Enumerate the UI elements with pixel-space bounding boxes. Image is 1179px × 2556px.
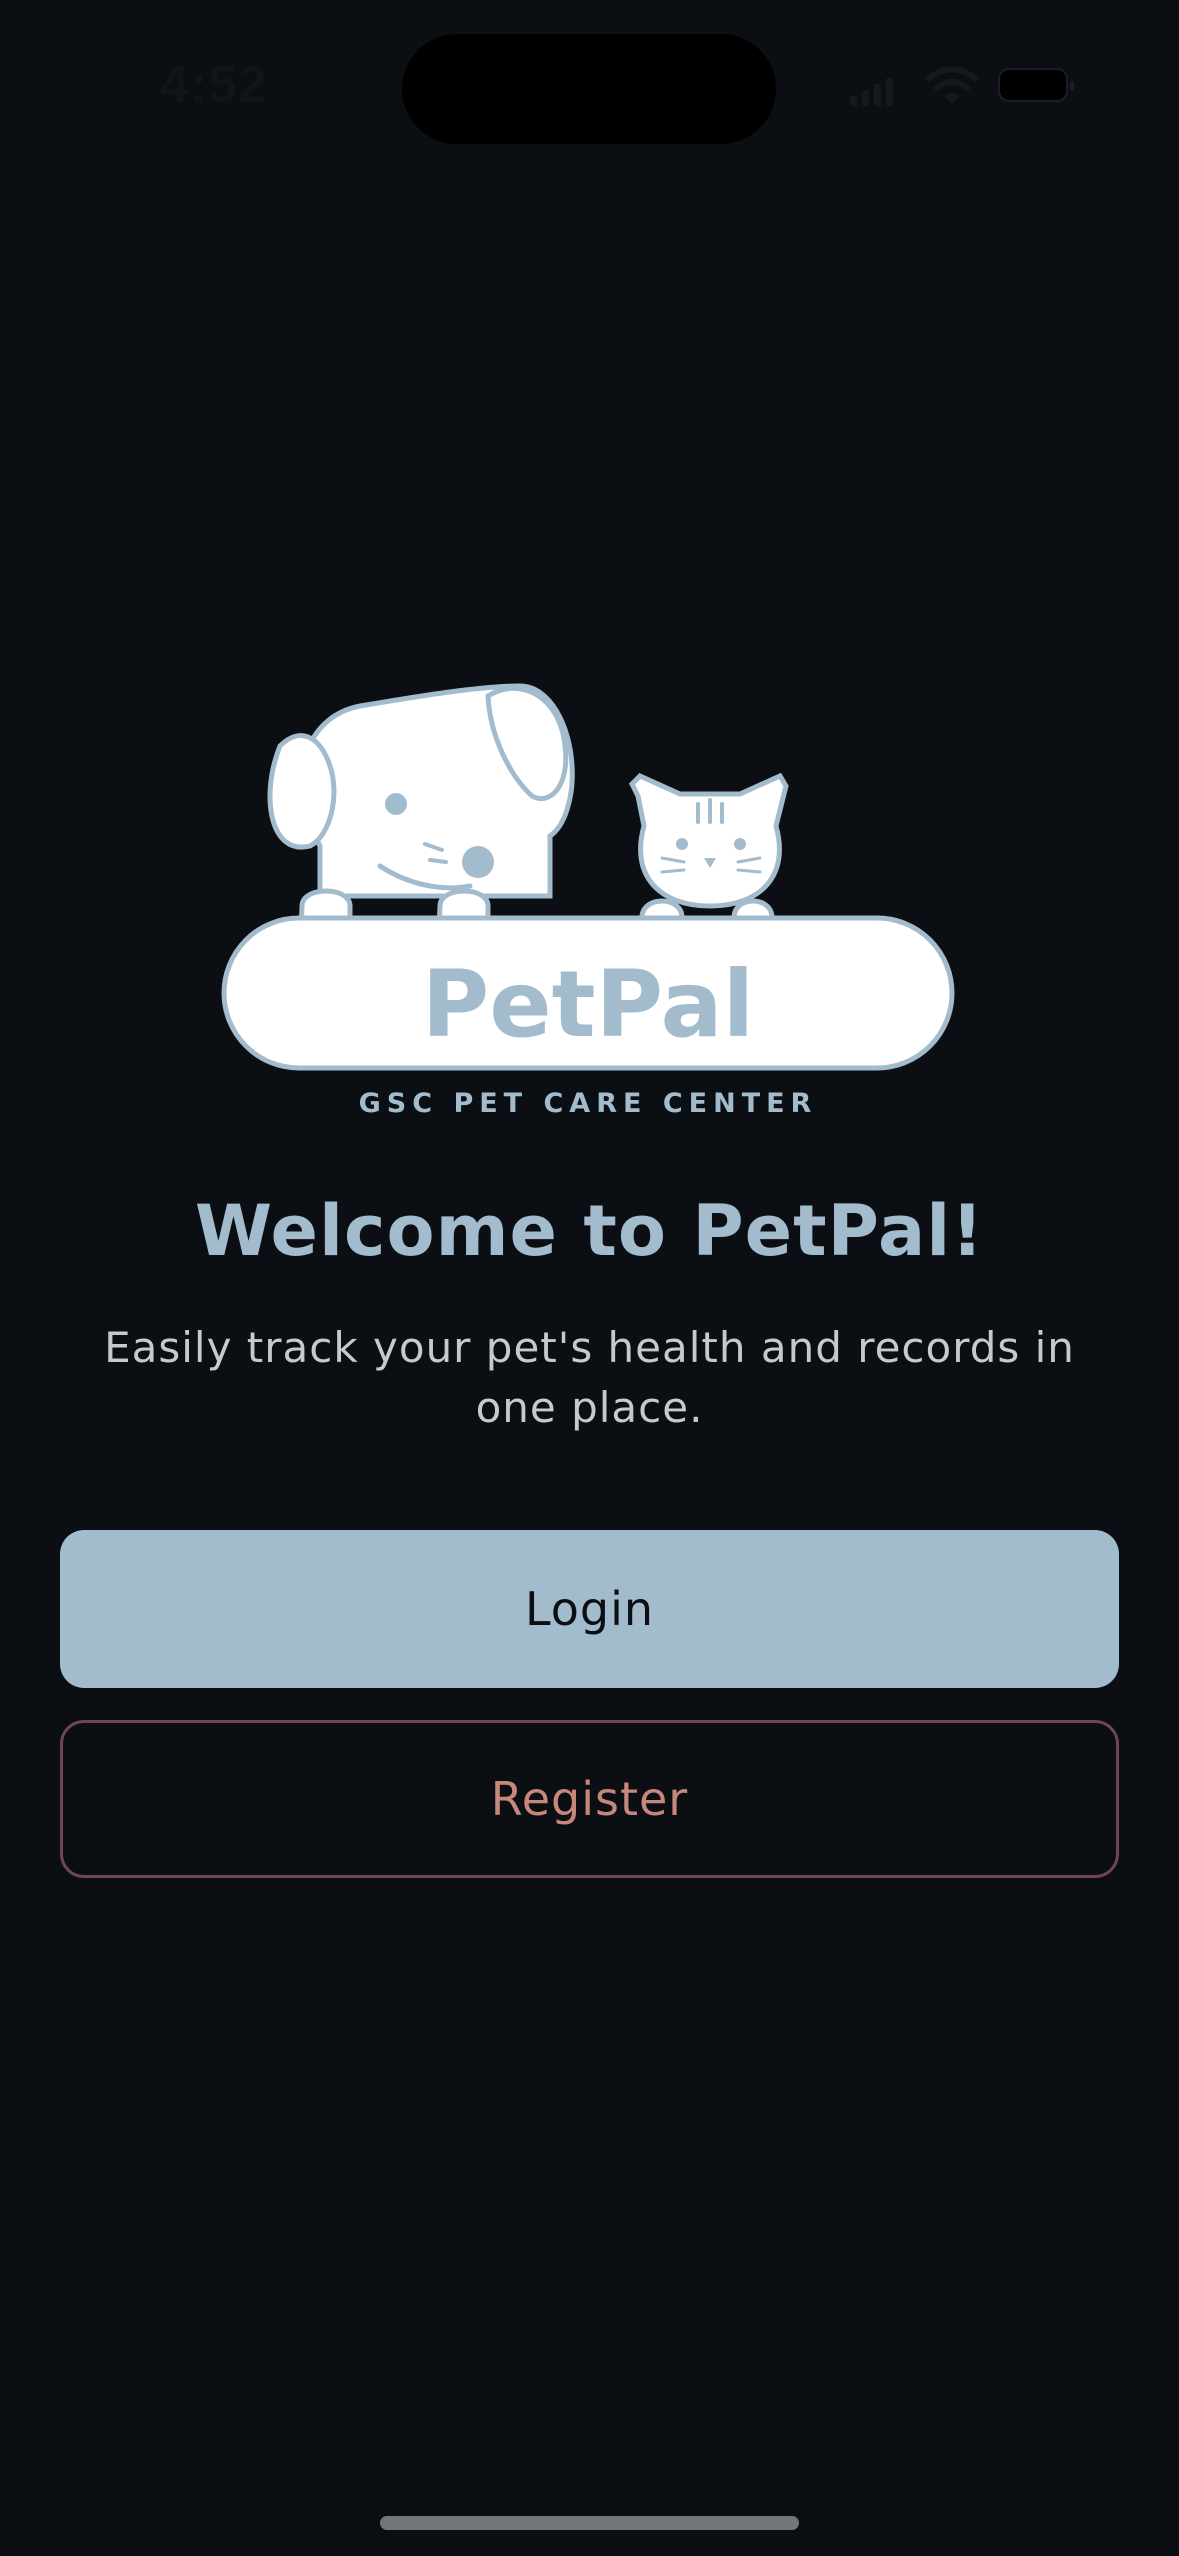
status-time: 4:52 <box>160 56 269 114</box>
logo-wordmark: PetPal <box>422 951 754 1058</box>
dynamic-island <box>402 34 776 144</box>
login-button[interactable]: Login <box>60 1530 1119 1688</box>
status-bar: 4:52 <box>0 0 1179 150</box>
welcome-subtitle: Easily track your pet's health and recor… <box>104 1323 1075 1432</box>
petpal-logo: PetPal GSC PET CARE CENTER <box>221 683 955 1116</box>
battery-icon <box>998 68 1074 102</box>
home-indicator[interactable] <box>380 2516 799 2530</box>
wifi-icon <box>926 66 978 104</box>
signal-icon <box>850 78 893 106</box>
welcome-title: Welcome to PetPal! <box>194 1190 985 1272</box>
logo-tagline: GSC PET CARE CENTER <box>359 1088 818 1116</box>
register-button[interactable]: Register <box>60 1720 1119 1878</box>
